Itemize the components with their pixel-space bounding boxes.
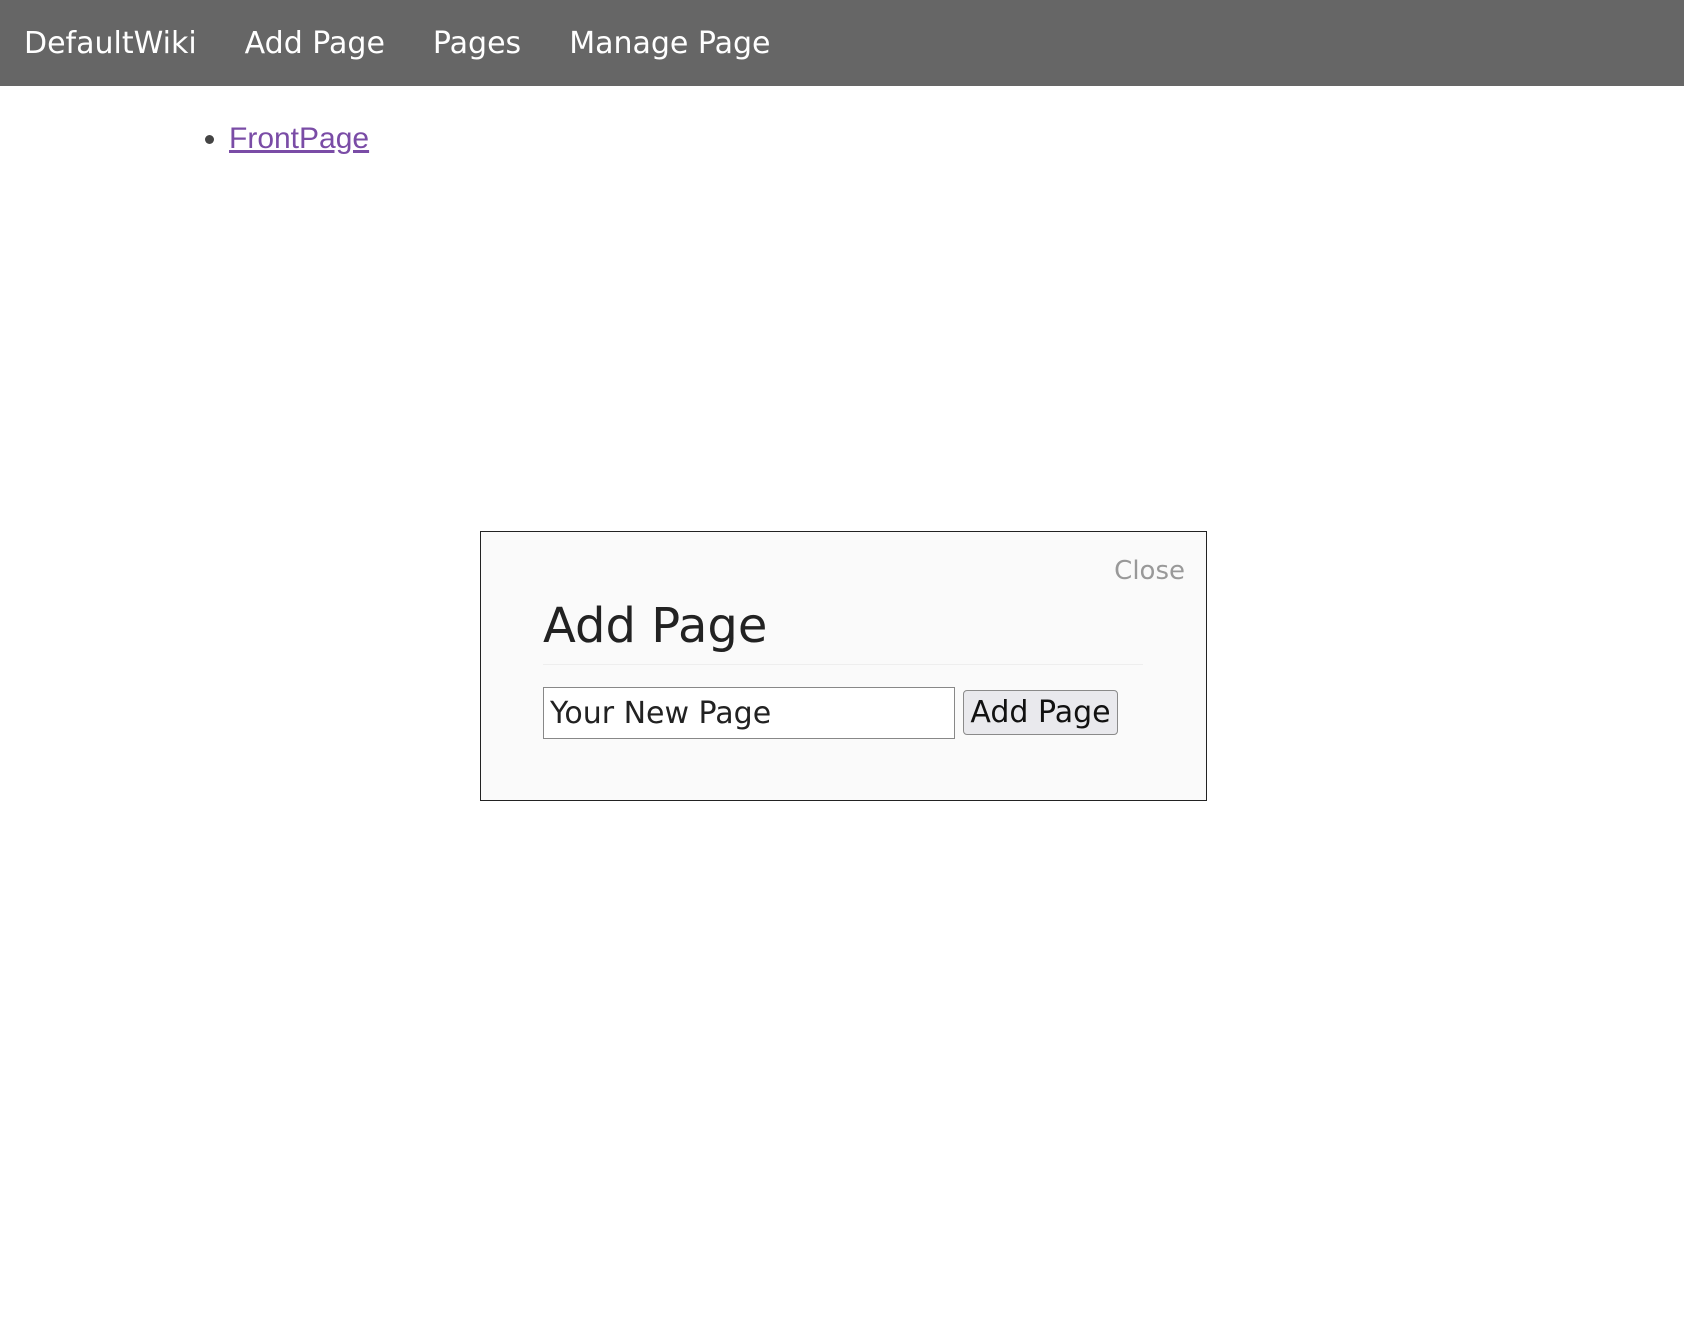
brand-link[interactable]: DefaultWiki — [24, 26, 197, 61]
nav-pages[interactable]: Pages — [433, 26, 521, 61]
list-item: FrontPage — [229, 118, 369, 160]
top-navbar: DefaultWiki Add Page Pages Manage Page — [0, 0, 1684, 86]
pages-list: FrontPage — [174, 118, 369, 160]
page-link-frontpage[interactable]: FrontPage — [229, 122, 369, 155]
dialog-title: Add Page — [543, 598, 1143, 665]
nav-manage-page[interactable]: Manage Page — [569, 26, 770, 61]
close-button[interactable]: Close — [1114, 556, 1185, 586]
add-page-button[interactable]: Add Page — [963, 690, 1118, 735]
page-name-input[interactable] — [543, 687, 955, 739]
nav-add-page[interactable]: Add Page — [245, 26, 385, 61]
add-page-dialog: Close Add Page Add Page — [480, 531, 1207, 801]
